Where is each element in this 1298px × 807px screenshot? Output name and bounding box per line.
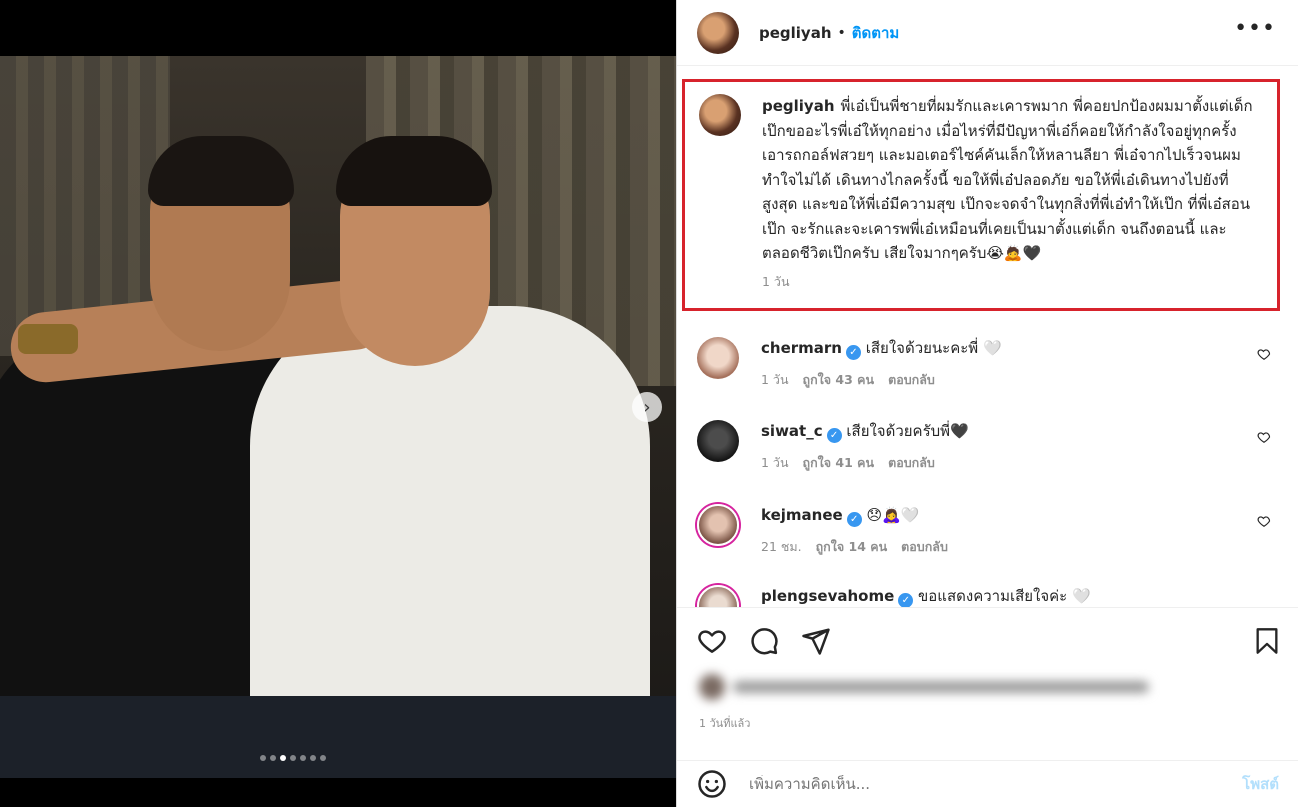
caption-username[interactable]: pegliyah <box>762 97 835 115</box>
comment-item: kejmanee ✓ 😞🙇‍♀️🤍 21 ชม. ถูกใจ 14 คน ตอบก… <box>697 504 1277 557</box>
emoji-icon[interactable] <box>697 769 727 799</box>
carousel-dot <box>280 755 286 761</box>
comment-time[interactable]: 21 ชม. <box>761 537 802 557</box>
comment-likes[interactable]: ถูกใจ 41 คน <box>803 453 875 473</box>
commenter-avatar[interactable] <box>697 504 739 546</box>
bookmark-icon[interactable] <box>1253 626 1281 656</box>
separator-dot: • <box>837 24 846 41</box>
carousel-next-button[interactable]: › <box>632 392 662 422</box>
person-left-hair <box>148 136 294 206</box>
comment-item: chermarn ✓ เสียใจด้วยนะคะพี่ 🤍 1 วัน ถูกใ… <box>697 337 1277 390</box>
caption-text: พี่เอ๋เป็นพี่ชายที่ผมรักและเคารพมาก พี่ค… <box>762 97 1253 262</box>
comment-text: ขอแสดงความเสียใจค่ะ 🤍 <box>918 587 1091 605</box>
comment-bubble-icon[interactable] <box>749 626 779 656</box>
like-comment-heart-icon[interactable] <box>1257 430 1271 444</box>
like-comment-heart-icon[interactable] <box>1257 514 1271 528</box>
author-avatar[interactable] <box>697 11 739 54</box>
person-right-hair <box>336 136 492 206</box>
commenter-avatar[interactable] <box>697 337 739 379</box>
carousel-dot <box>260 755 266 761</box>
verified-badge-icon: ✓ <box>898 593 914 607</box>
comment-text: เสียใจด้วยนะคะพี่ 🤍 <box>865 339 1002 357</box>
share-send-icon[interactable] <box>801 626 831 656</box>
photo-pane: › <box>0 0 676 807</box>
comment-item: siwat_c ✓ เสียใจด้วยครับพี่🖤 1 วัน ถูกใจ … <box>697 420 1277 473</box>
verified-badge-icon: ✓ <box>846 512 862 527</box>
reply-button[interactable]: ตอบกลับ <box>888 370 935 390</box>
jeans <box>0 696 676 778</box>
commenter-username[interactable]: siwat_c <box>761 422 823 440</box>
add-comment-bar: โพสต์ <box>677 760 1298 807</box>
carousel-dot <box>310 755 316 761</box>
post-header: pegliyah • ติดตาม ••• <box>677 0 1298 66</box>
like-heart-icon[interactable] <box>697 626 727 656</box>
commenter-avatar[interactable] <box>697 420 739 462</box>
carousel-dot <box>290 755 296 761</box>
follow-button[interactable]: ติดตาม <box>852 21 900 45</box>
author-username[interactable]: pegliyah <box>759 24 832 42</box>
carousel-dot <box>300 755 306 761</box>
commenter-username[interactable]: chermarn <box>761 339 842 357</box>
comments-list: pegliyah พี่เอ๋เป็นพี่ชายที่ผมรักและเคารพ… <box>677 67 1298 607</box>
comment-input[interactable] <box>749 775 1243 793</box>
comment-likes[interactable]: ถูกใจ 43 คน <box>803 370 875 390</box>
posted-time[interactable]: 1 วันที่แล้ว <box>699 714 750 732</box>
person-right-body <box>250 306 650 736</box>
carousel-indicator <box>260 755 326 761</box>
verified-badge-icon: ✓ <box>845 345 861 360</box>
verified-badge-icon: ✓ <box>826 428 842 443</box>
reply-button[interactable]: ตอบกลับ <box>888 453 935 473</box>
carousel-dot <box>270 755 276 761</box>
comment-likes[interactable]: ถูกใจ 14 คน <box>816 537 888 557</box>
like-comment-heart-icon[interactable] <box>1257 347 1271 361</box>
carousel-dot <box>320 755 326 761</box>
post-actions: 1 วันที่แล้ว <box>677 607 1298 767</box>
commenter-avatar[interactable] <box>697 585 739 607</box>
comment-time[interactable]: 1 วัน <box>761 370 789 390</box>
likes-summary-blurred <box>699 674 1149 700</box>
caption-avatar[interactable] <box>699 94 741 136</box>
caption-time[interactable]: 1 วัน <box>762 272 1263 292</box>
commenter-username[interactable]: plengsevahome <box>761 587 894 605</box>
post-comment-button[interactable]: โพสต์ <box>1242 772 1279 796</box>
comment-text: เสียใจด้วยครับพี่🖤 <box>846 422 969 440</box>
post-photo[interactable] <box>0 56 676 778</box>
comment-time[interactable]: 1 วัน <box>761 453 789 473</box>
commenter-username[interactable]: kejmanee <box>761 506 843 524</box>
caption-highlight: pegliyah พี่เอ๋เป็นพี่ชายที่ผมรักและเคารพ… <box>682 79 1280 311</box>
post-side-panel: pegliyah • ติดตาม ••• pegliyah พี่เอ๋เป็น… <box>676 0 1298 807</box>
comment-text: 😞🙇‍♀️🤍 <box>866 506 920 524</box>
more-options-icon[interactable]: ••• <box>1234 18 1276 40</box>
watch <box>18 324 78 354</box>
reply-button[interactable]: ตอบกลับ <box>901 537 948 557</box>
comment-item: plengsevahome ✓ ขอแสดงความเสียใจค่ะ 🤍 <box>697 585 1277 607</box>
